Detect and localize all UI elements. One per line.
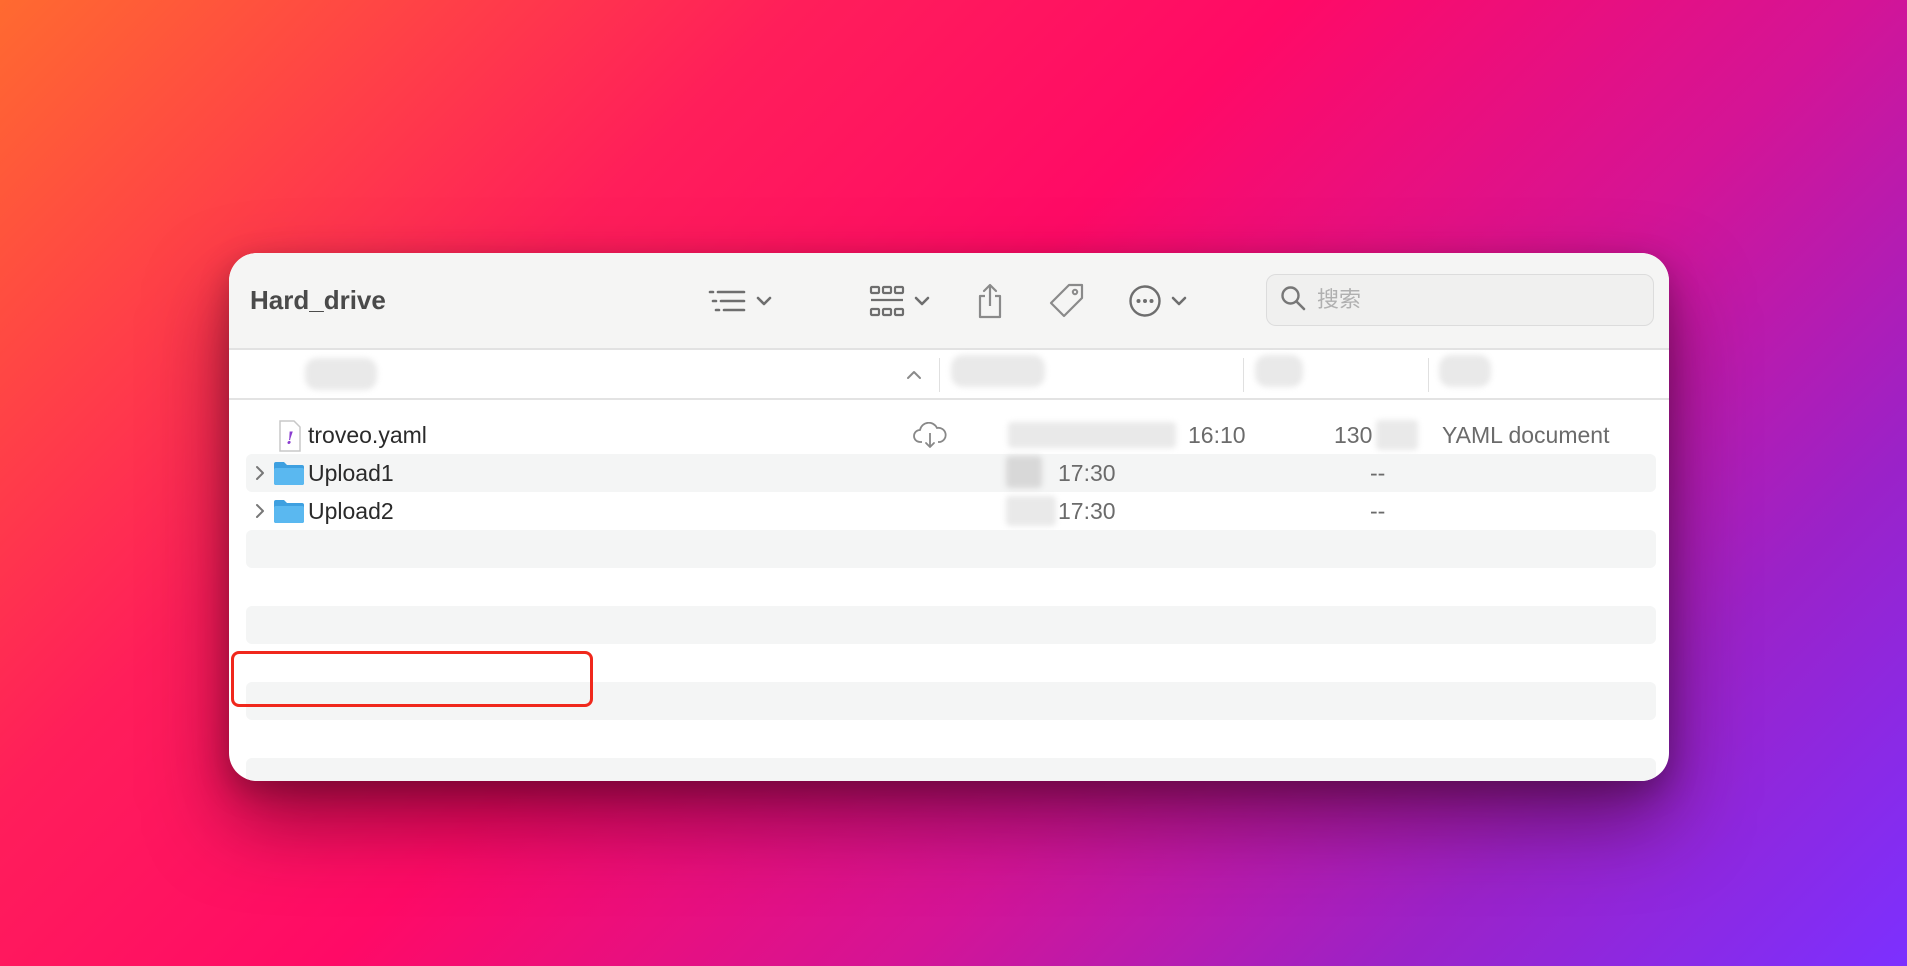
list-view-button[interactable]	[707, 279, 773, 323]
empty-row	[246, 606, 1656, 644]
disclosure-chevron-icon[interactable]	[254, 502, 266, 525]
file-size: --	[1370, 459, 1386, 486]
window-title: Hard_drive	[250, 285, 386, 315]
size-column-header[interactable]	[1255, 355, 1303, 387]
file-name: troveo.yaml	[308, 421, 427, 448]
share-button[interactable]	[975, 279, 1005, 323]
search-input[interactable]	[1317, 287, 1637, 313]
empty-row	[246, 682, 1656, 720]
share-icon	[975, 282, 1005, 320]
folder-name: Upload1	[308, 459, 394, 486]
column-separator[interactable]	[939, 358, 940, 392]
kind-column-header[interactable]	[1439, 355, 1491, 387]
toolbar: Hard_drive	[229, 253, 1669, 350]
column-separator[interactable]	[1428, 358, 1429, 392]
chevron-down-icon	[913, 295, 931, 307]
date-column-header[interactable]	[951, 355, 1045, 387]
tag-icon	[1047, 281, 1087, 321]
folder-icon	[273, 498, 305, 529]
finder-window: Hard_drive 搜索 ! troveo.yaml 16:10 130 YA…	[229, 253, 1669, 781]
grid-view-button[interactable]	[869, 279, 931, 323]
date-redacted	[1006, 496, 1056, 526]
folder-row-upload2[interactable]: Upload2 17:30 --	[246, 492, 1656, 530]
file-kind: YAML document	[1442, 421, 1610, 448]
folder-icon	[273, 460, 305, 491]
folder-row-upload1[interactable]: Upload1 17:30 --	[246, 454, 1656, 492]
file-size: --	[1370, 497, 1386, 524]
chevron-down-icon	[755, 295, 773, 307]
icloud-download-icon[interactable]	[912, 421, 948, 455]
file-row-troveo-yaml[interactable]: ! troveo.yaml 16:10 130 YAML document	[246, 416, 1656, 454]
empty-row	[246, 530, 1656, 568]
sort-ascending-icon[interactable]	[905, 368, 923, 386]
date-redacted	[1006, 456, 1042, 488]
column-separator[interactable]	[1243, 358, 1244, 392]
name-column-header[interactable]	[305, 358, 377, 390]
file-size: 130	[1334, 421, 1373, 448]
modified-time: 17:30	[1058, 497, 1116, 524]
svg-text:!: !	[286, 429, 293, 449]
more-button[interactable]	[1128, 279, 1188, 323]
more-icon	[1128, 284, 1162, 318]
search-field[interactable]	[1266, 274, 1654, 326]
size-redacted	[1376, 420, 1418, 450]
modified-time: 17:30	[1058, 459, 1116, 486]
list-view-icon	[707, 288, 747, 314]
chevron-down-icon	[1170, 295, 1188, 307]
empty-row	[246, 758, 1656, 781]
column-header	[229, 350, 1669, 400]
tag-button[interactable]	[1047, 279, 1087, 323]
modified-time: 16:10	[1188, 421, 1246, 448]
yaml-file-icon: !	[278, 420, 302, 457]
search-icon	[1279, 284, 1307, 317]
disclosure-chevron-icon[interactable]	[254, 464, 266, 487]
date-redacted	[1008, 422, 1176, 448]
grid-view-icon	[869, 284, 905, 318]
folder-name: Upload2	[308, 497, 394, 524]
